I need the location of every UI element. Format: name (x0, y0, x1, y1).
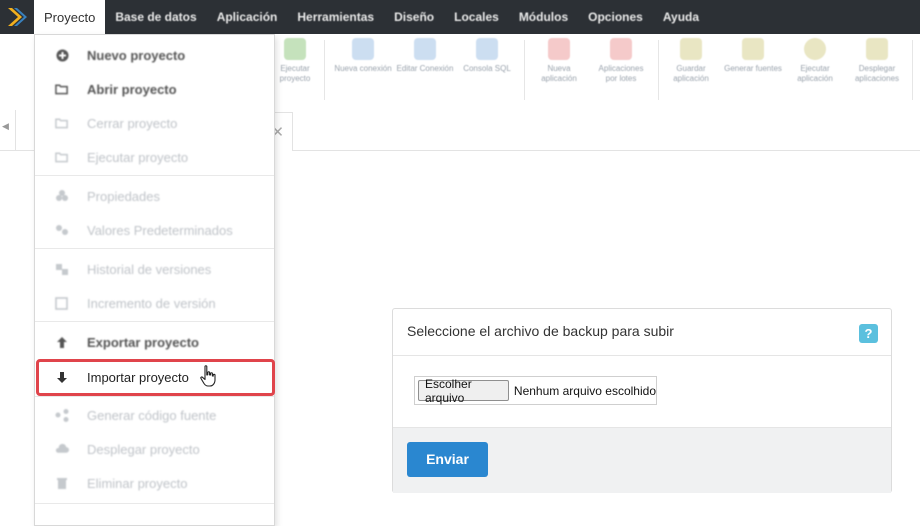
menu-diseno[interactable]: Diseño (384, 0, 444, 34)
menu-item-abrir-proyecto[interactable]: Abrir proyecto (35, 72, 274, 106)
upload-panel-header: Seleccione el archivo de backup para sub… (393, 309, 891, 356)
run-app-icon (804, 38, 826, 60)
run-icon (55, 150, 69, 164)
new-project-icon (55, 48, 69, 62)
menu-ayuda[interactable]: Ayuda (653, 0, 709, 34)
help-button[interactable]: ? (859, 324, 878, 343)
open-folder-icon (55, 82, 69, 96)
menu-opciones[interactable]: Opciones (578, 0, 653, 34)
run-project-icon (284, 38, 306, 60)
file-input[interactable]: Escolher arquivo Nenhum arquivo escolhid… (414, 376, 657, 405)
upload-panel: Seleccione el archivo de backup para sub… (392, 308, 892, 493)
menu-base-de-datos[interactable]: Base de datos (105, 0, 206, 34)
toolbar-batch-apps-button[interactable]: Aplicaciones por lotes (592, 34, 650, 96)
highlight-box (36, 359, 275, 396)
proyecto-dropdown-menu: Nuevo proyecto Abrir proyecto Cerrar pro… (34, 34, 275, 526)
tab-scroll-left-icon[interactable]: ◀ (2, 121, 9, 132)
menu-item-generar-codigo-fuente: Generar código fuente (35, 398, 274, 432)
menu-separator (35, 396, 274, 397)
choose-file-button[interactable]: Escolher arquivo (418, 377, 509, 405)
menu-proyecto[interactable]: Proyecto (34, 0, 106, 34)
toolbar-sql-console-button[interactable]: Consola SQL (458, 34, 516, 96)
deploy-apps-icon (866, 38, 888, 60)
new-connection-icon (352, 38, 374, 60)
toolbar-edit-connection-button[interactable]: Editar Conexión (396, 34, 454, 96)
menu-locales[interactable]: Locales (444, 0, 509, 34)
version-icon (55, 296, 69, 310)
properties-icon (55, 189, 69, 203)
menu-bar: Proyecto Base de datos Aplicación Herram… (0, 0, 920, 34)
menu-item-eliminar-proyecto: Eliminar proyecto (35, 466, 274, 500)
menu-separator (35, 248, 274, 249)
sql-console-icon (476, 38, 498, 60)
upload-panel-footer: Enviar (393, 427, 891, 493)
menu-aplicacion[interactable]: Aplicación (207, 0, 288, 34)
close-folder-icon (55, 116, 69, 130)
menu-item-valores-predeterminados: Valores Predeterminados (35, 213, 274, 247)
menu-herramientas[interactable]: Herramientas (287, 0, 384, 34)
toolbar-generate-sources-button[interactable]: Generar fuentes (724, 34, 782, 96)
menu-modulos[interactable]: Módulos (509, 0, 578, 34)
history-icon (55, 262, 69, 276)
menu-separator (35, 503, 274, 504)
submit-button[interactable]: Enviar (407, 442, 488, 477)
export-icon (55, 335, 69, 349)
menu-item-incremento-de-version: Incremento de versión (35, 286, 274, 320)
edit-connection-icon (414, 38, 436, 60)
code-icon (55, 408, 69, 422)
toolbar-new-app-button[interactable]: Nueva aplicación (530, 34, 588, 96)
tab-divider (15, 110, 16, 150)
menu-item-cerrar-proyecto: Cerrar proyecto (35, 106, 274, 140)
toolbar-new-connection-button[interactable]: Nueva conexión (334, 34, 392, 96)
deploy-icon (55, 442, 69, 456)
save-app-icon (680, 38, 702, 60)
app-logo-icon[interactable] (0, 0, 34, 34)
menu-item-nuevo-proyecto[interactable]: Nuevo proyecto (35, 38, 274, 72)
batch-apps-icon (610, 38, 632, 60)
file-status-text: Nenhum arquivo escolhido (513, 383, 656, 398)
menu-item-ejecutar-proyecto: Ejecutar proyecto (35, 140, 274, 174)
hand-cursor-icon (199, 364, 219, 388)
menu-separator (35, 321, 274, 322)
upload-panel-title: Seleccione el archivo de backup para sub… (407, 323, 674, 339)
trash-icon (55, 476, 69, 490)
menu-item-historial-de-versiones: Historial de versiones (35, 252, 274, 286)
new-app-icon (548, 38, 570, 60)
toolbar-save-app-button[interactable]: Guardar aplicación (662, 34, 720, 96)
menu-separator (35, 175, 274, 176)
menu-item-exportar-proyecto[interactable]: Exportar proyecto (35, 325, 274, 359)
generate-sources-icon (742, 38, 764, 60)
toolbar-deploy-apps-button[interactable]: Desplegar aplicaciones (848, 34, 906, 96)
menu-item-desplegar-proyecto: Desplegar proyecto (35, 432, 274, 466)
menu-item-propiedades: Propiedades (35, 179, 274, 213)
toolbar-run-app-button[interactable]: Ejecutar aplicación (786, 34, 844, 96)
defaults-icon (55, 223, 69, 237)
